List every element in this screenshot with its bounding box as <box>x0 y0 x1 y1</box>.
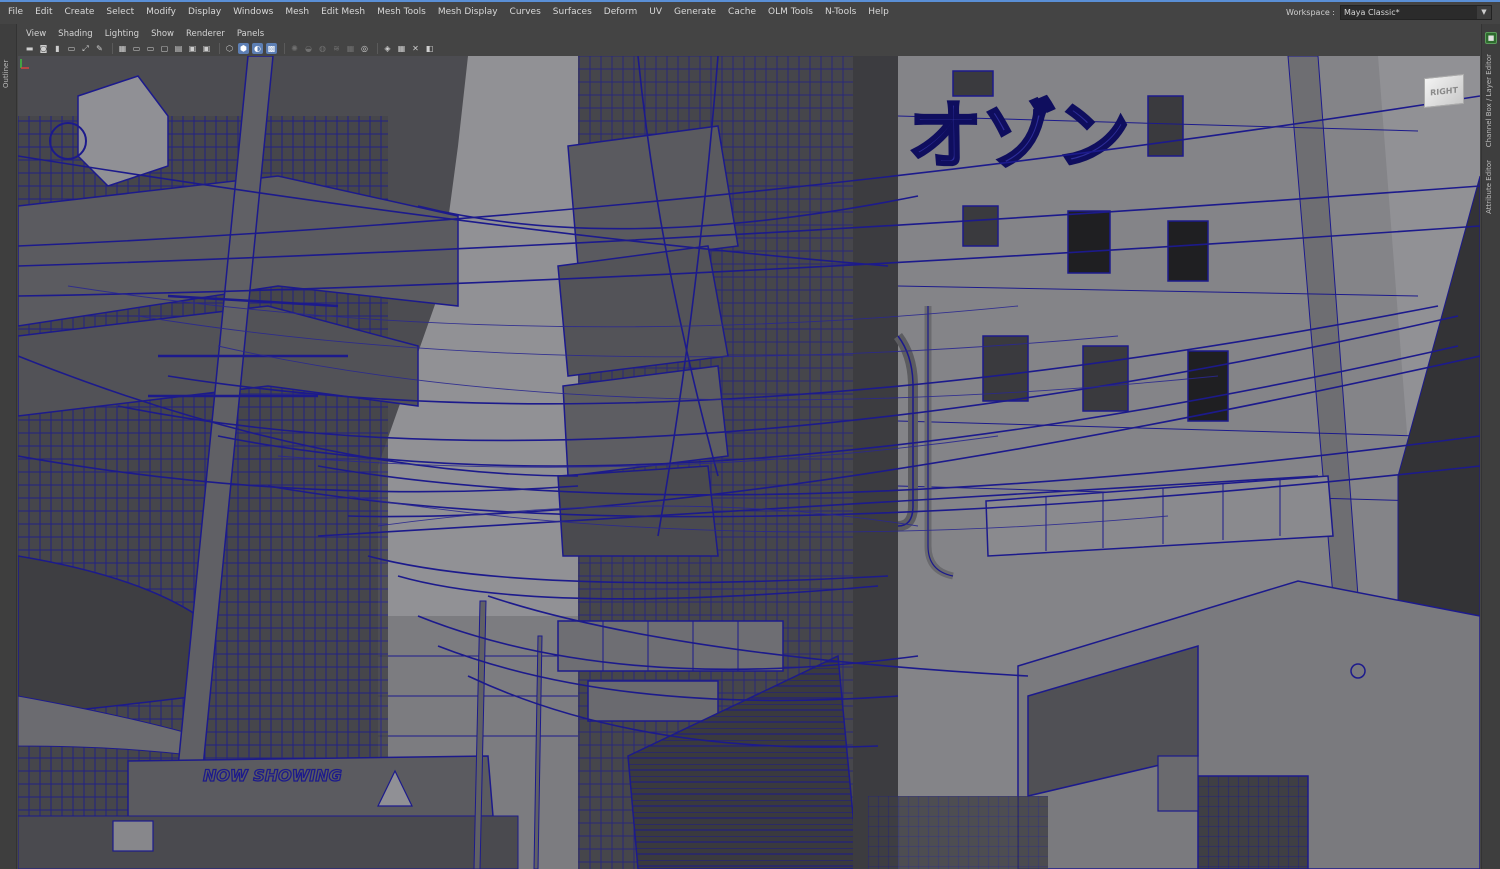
grease-pencil-icon[interactable]: ✎ <box>94 43 105 54</box>
motion-blur-icon[interactable]: ≋ <box>331 43 342 54</box>
gate-mask-icon[interactable]: ▢ <box>159 43 170 54</box>
workspace-value: Maya Classic* <box>1344 7 1400 17</box>
menu-n-tools[interactable]: N-Tools <box>819 3 862 21</box>
depth-of-field-icon[interactable]: ◎ <box>359 43 370 54</box>
viewport-menu-show[interactable]: Show <box>145 27 180 41</box>
3d-viewport[interactable]: オゾン NOW SHOWING RIGHT <box>18 56 1480 869</box>
menu-uv[interactable]: UV <box>643 3 668 21</box>
field-chart-icon[interactable]: ▤ <box>173 43 184 54</box>
menu-help[interactable]: Help <box>862 3 895 21</box>
wireframe-on-shaded-icon[interactable]: ◐ <box>252 43 263 54</box>
multisample-aa-icon[interactable]: ▦ <box>345 43 356 54</box>
menu-edit-mesh[interactable]: Edit Mesh <box>315 3 371 21</box>
axis-indicator-icon <box>20 59 29 69</box>
viewport-menu-shading[interactable]: Shading <box>52 27 99 41</box>
xray-joints-icon[interactable]: ✕ <box>410 43 421 54</box>
textured-icon[interactable]: ▩ <box>266 43 277 54</box>
workspace-selector: Workspace : Maya Classic* ▼ <box>1286 4 1492 20</box>
workspace-label: Workspace : <box>1286 7 1335 17</box>
toolbar-separator <box>112 43 113 54</box>
bookmark-icon[interactable]: ▮ <box>52 43 63 54</box>
shadows-icon[interactable]: ◒ <box>303 43 314 54</box>
menu-display[interactable]: Display <box>182 3 227 21</box>
smooth-shade-icon[interactable]: ⬢ <box>238 43 249 54</box>
2d-pan-zoom-icon[interactable]: ⤢ <box>80 43 91 54</box>
viewport-menu-view[interactable]: View <box>18 27 52 41</box>
outliner-tab[interactable]: Outliner <box>2 54 14 94</box>
menu-generate[interactable]: Generate <box>668 3 722 21</box>
menu-cache[interactable]: Cache <box>722 3 762 21</box>
backface-culling-icon[interactable]: ◧ <box>424 43 435 54</box>
channel-box-tab[interactable]: Channel Box / Layer Editor <box>1485 54 1493 147</box>
isolate-select-icon[interactable]: ◈ <box>382 43 393 54</box>
menu-deform[interactable]: Deform <box>598 3 643 21</box>
viewcube-face[interactable]: RIGHT <box>1424 73 1464 109</box>
chevron-down-icon[interactable]: ▼ <box>1477 5 1491 19</box>
viewport-menu-renderer[interactable]: Renderer <box>180 27 231 41</box>
use-all-lights-icon[interactable]: ✺ <box>289 43 300 54</box>
xray-icon[interactable]: ▦ <box>396 43 407 54</box>
camera-attributes-icon[interactable]: ◙ <box>38 43 49 54</box>
viewcube[interactable]: RIGHT <box>1420 73 1466 112</box>
resolution-gate-icon[interactable]: ▭ <box>145 43 156 54</box>
screen-space-ao-icon[interactable]: ◍ <box>317 43 328 54</box>
attribute-editor-tab[interactable]: Attribute Editor <box>1485 160 1493 214</box>
menu-curves[interactable]: Curves <box>504 3 547 21</box>
left-panel-strip: Outliner <box>0 24 17 869</box>
menu-surfaces[interactable]: Surfaces <box>547 3 598 21</box>
film-gate-icon[interactable]: ▭ <box>131 43 142 54</box>
safe-title-icon[interactable]: ▣ <box>201 43 212 54</box>
toolbar-separator <box>284 43 285 54</box>
grid-icon[interactable]: ▦ <box>117 43 128 54</box>
menu-mesh[interactable]: Mesh <box>279 3 315 21</box>
menu-mesh-tools[interactable]: Mesh Tools <box>371 3 432 21</box>
menu-olm-tools[interactable]: OLM Tools <box>762 3 819 21</box>
camera-icon[interactable]: ▬ <box>24 43 35 54</box>
scene-wireframe: オゾン NOW SHOWING <box>18 56 1480 869</box>
neon-sign-text: オゾン <box>908 93 1130 179</box>
maya-window: File Edit Create Select Modify Display W… <box>0 0 1500 869</box>
right-panel-strip: ■ Channel Box / Layer Editor Attribute E… <box>1481 24 1500 869</box>
menu-file[interactable]: File <box>0 3 29 21</box>
menu-windows[interactable]: Windows <box>227 3 279 21</box>
image-plane-icon[interactable]: ▭ <box>66 43 77 54</box>
viewport-menu-panels[interactable]: Panels <box>231 27 270 41</box>
toolbar-separator <box>219 43 220 54</box>
viewport-toolbar: ▬ ◙ ▮ ▭ ⤢ ✎ ▦ ▭ ▭ ▢ ▤ ▣ ▣ ⬡ ⬢ ◐ ▩ ✺ ◒ ◍ ≋ ▦ ◎ ◈ ▦ ✕ ◧ <box>18 41 1480 56</box>
viewport-menu-lighting[interactable]: Lighting <box>99 27 145 41</box>
marquee-text: NOW SHOWING <box>203 766 342 785</box>
viewport-menubar: View Shading Lighting Show Renderer Pane… <box>18 26 1480 41</box>
menu-select[interactable]: Select <box>100 3 140 21</box>
workspace-dropdown[interactable]: Maya Classic* ▼ <box>1340 4 1492 20</box>
menu-modify[interactable]: Modify <box>140 3 182 21</box>
safe-action-icon[interactable]: ▣ <box>187 43 198 54</box>
lock-icon[interactable]: ■ <box>1485 32 1497 44</box>
menu-edit[interactable]: Edit <box>29 3 58 21</box>
menu-mesh-display[interactable]: Mesh Display <box>432 3 504 21</box>
menu-create[interactable]: Create <box>59 3 101 21</box>
main-menubar: File Edit Create Select Modify Display W… <box>0 2 1500 22</box>
toolbar-separator <box>377 43 378 54</box>
wireframe-icon[interactable]: ⬡ <box>224 43 235 54</box>
